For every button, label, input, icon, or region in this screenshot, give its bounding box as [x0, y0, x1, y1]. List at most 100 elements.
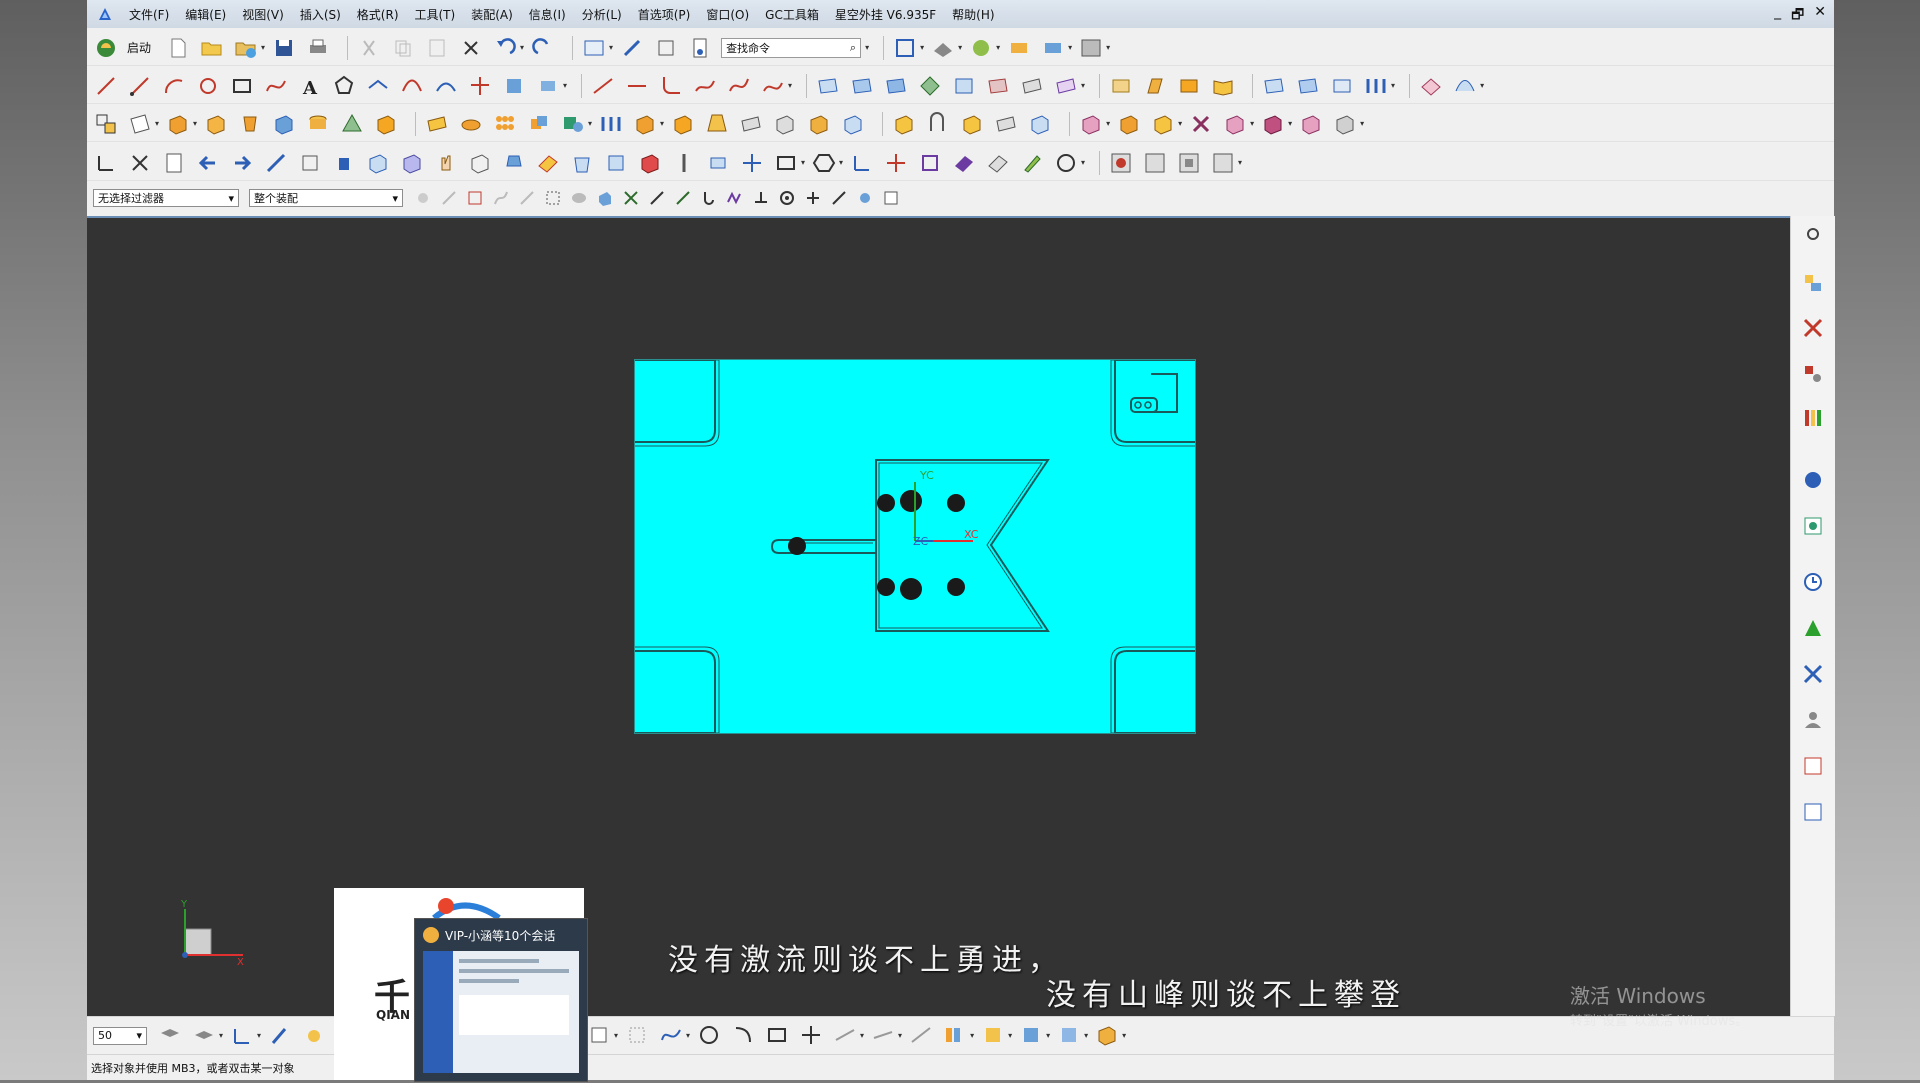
dropdown-arrow-icon[interactable]: ▾ [865, 43, 869, 52]
circle-tool-icon[interactable] [696, 1022, 722, 1048]
roles-icon[interactable] [1801, 708, 1825, 732]
pattern-feature-icon[interactable] [492, 111, 518, 137]
emboss-icon[interactable] [959, 111, 985, 137]
bounded-plane-icon[interactable] [1019, 73, 1045, 99]
point-icon[interactable] [917, 150, 943, 176]
red-cube-icon[interactable] [637, 150, 663, 176]
snap-midpoint-icon[interactable] [647, 188, 667, 208]
dropdown-arrow-icon[interactable]: ▾ [1238, 158, 1242, 167]
cube-icon[interactable] [399, 150, 425, 176]
dropdown-arrow-icon[interactable]: ▾ [839, 158, 843, 167]
dropdown-arrow-icon[interactable]: ▾ [257, 1031, 261, 1040]
paste-icon[interactable] [424, 35, 450, 61]
box-icon[interactable] [891, 111, 917, 137]
render-style-icon[interactable] [930, 35, 956, 61]
join-curve-icon[interactable] [535, 73, 561, 99]
reuse-library-icon[interactable] [1801, 406, 1825, 430]
zoom-select[interactable]: 50 ▾ [93, 1026, 147, 1045]
swept-icon[interactable] [951, 73, 977, 99]
mold-base-icon[interactable] [603, 150, 629, 176]
fit-view-icon[interactable] [892, 35, 918, 61]
dropdown-arrow-icon[interactable]: ▾ [1391, 81, 1395, 90]
replace-face-icon[interactable] [840, 111, 866, 137]
undo-icon[interactable] [492, 35, 518, 61]
move-object-icon[interactable] [331, 150, 357, 176]
minimize-button[interactable]: _ [1774, 4, 1781, 28]
line-icon[interactable] [93, 73, 119, 99]
ruled-surface-icon[interactable] [815, 73, 841, 99]
parting-icon[interactable] [985, 150, 1011, 176]
circle-icon[interactable] [195, 73, 221, 99]
dropdown-arrow-icon[interactable]: ▾ [1106, 43, 1110, 52]
snap-point-on-face-icon[interactable] [829, 188, 849, 208]
edge-blend-icon[interactable] [598, 111, 624, 137]
fillet-tool-icon[interactable] [730, 1022, 756, 1048]
system-materials-icon[interactable] [1801, 616, 1825, 640]
delete-icon[interactable] [458, 35, 484, 61]
dimension-tool-icon[interactable] [870, 1022, 896, 1048]
select-faces-icon[interactable] [595, 188, 615, 208]
dropdown-arrow-icon[interactable]: ▾ [801, 158, 805, 167]
wcs-dynamics-icon[interactable] [127, 150, 153, 176]
snap-endpoint-icon[interactable] [621, 188, 641, 208]
mold-plate-part[interactable]: YC XC ZC [634, 359, 1196, 734]
dropdown-arrow-icon[interactable]: ▾ [1008, 1031, 1012, 1040]
book-open-icon[interactable] [1210, 73, 1236, 99]
sync-pull-face-icon[interactable] [1116, 111, 1142, 137]
select-bodies-icon[interactable] [569, 188, 589, 208]
trim-curve-icon[interactable] [590, 73, 616, 99]
block-icon[interactable] [271, 111, 297, 137]
spline-icon[interactable] [658, 1022, 684, 1048]
layer-icon[interactable] [157, 1023, 183, 1049]
dropdown-arrow-icon[interactable]: ▾ [609, 43, 613, 52]
dropdown-arrow-icon[interactable]: ▾ [860, 1031, 864, 1040]
rectangle-tool-icon[interactable] [764, 1022, 790, 1048]
recent-files-icon[interactable] [233, 35, 259, 61]
reset-filter-icon[interactable] [439, 188, 459, 208]
menu-format[interactable]: 格式(R) [349, 6, 407, 23]
pen-icon[interactable] [1019, 150, 1045, 176]
redo-icon[interactable] [530, 35, 556, 61]
snap-tangent-icon[interactable] [699, 188, 719, 208]
point-tool-icon[interactable] [798, 1022, 824, 1048]
dropdown-arrow-icon[interactable]: ▾ [898, 1031, 902, 1040]
line-two-points-icon[interactable] [127, 73, 153, 99]
constraint-tool-icon[interactable] [908, 1022, 934, 1048]
sync-move-face-icon[interactable] [1078, 111, 1104, 137]
touch-mode-icon[interactable] [619, 35, 645, 61]
menu-xingkong-plugin[interactable]: 星空外挂 V6.935F [827, 6, 944, 23]
ejector-pin-icon[interactable] [671, 150, 697, 176]
curve-length-icon[interactable] [692, 73, 718, 99]
menu-tools[interactable]: 工具(T) [407, 6, 464, 23]
gear-icon[interactable] [1801, 222, 1825, 246]
through-curves-icon[interactable] [849, 73, 875, 99]
law-extension-icon[interactable] [1295, 73, 1321, 99]
back-arrow-icon[interactable] [195, 150, 221, 176]
n-sided-surface-icon[interactable] [917, 73, 943, 99]
sync-delete-face-icon[interactable] [1188, 111, 1214, 137]
snap-bounded-icon[interactable] [855, 188, 875, 208]
menu-information[interactable]: 信息(I) [521, 6, 574, 23]
fillet-curve-icon[interactable] [658, 73, 684, 99]
sync-replace-face-icon[interactable] [1222, 111, 1248, 137]
palette-icon[interactable] [1801, 800, 1825, 824]
move-layer-icon[interactable] [191, 1023, 217, 1049]
grid-snap-icon[interactable] [624, 1022, 650, 1048]
part-list-icon[interactable] [161, 150, 187, 176]
face-rule-icon[interactable] [517, 188, 537, 208]
polygon-icon[interactable] [331, 73, 357, 99]
menu-assembly[interactable]: 装配(A) [463, 6, 521, 23]
history-icon[interactable] [1801, 514, 1825, 538]
library-icon[interactable] [942, 1022, 968, 1048]
offset-curve-icon[interactable] [365, 73, 391, 99]
snap-center-icon[interactable] [777, 188, 797, 208]
dropdown-arrow-icon[interactable]: ▾ [1081, 158, 1085, 167]
arc-icon[interactable] [161, 73, 187, 99]
snap-on-curve-icon[interactable] [725, 188, 745, 208]
menu-edit[interactable]: 编辑(E) [177, 6, 234, 23]
face-tool-icon[interactable] [1056, 1022, 1082, 1048]
menu-view[interactable]: 视图(V) [234, 6, 292, 23]
menu-help[interactable]: 帮助(H) [944, 6, 1002, 23]
wcs-icon[interactable] [229, 1023, 255, 1049]
component-icon[interactable] [365, 150, 391, 176]
